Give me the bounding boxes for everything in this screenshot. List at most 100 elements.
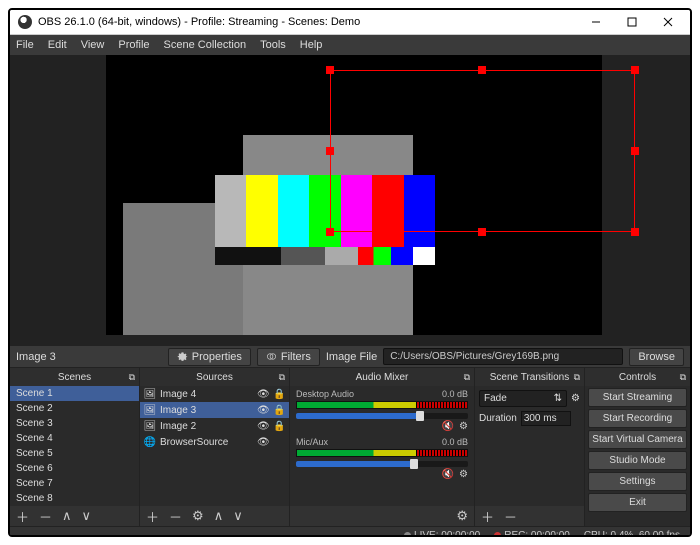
audio-meter — [296, 401, 468, 409]
selection-handle-sw[interactable] — [326, 228, 334, 236]
popout-icon[interactable]: ⧉ — [464, 372, 470, 383]
filters-button[interactable]: Filters — [257, 348, 320, 366]
scene-item[interactable]: Scene 1 — [10, 386, 139, 401]
visibility-toggle[interactable]: 👁 — [257, 389, 269, 400]
menu-tools[interactable]: Tools — [260, 39, 286, 51]
transitions-panel: Scene Transitions ⧉ Fade ⇅ ⚙ Duration — [475, 368, 585, 526]
controls-body: Start Streaming Start Recording Start Vi… — [585, 386, 690, 526]
selection-handle-w[interactable] — [326, 147, 334, 155]
source-item[interactable]: 🖼 Image 2 👁 🔒 — [140, 418, 289, 434]
mute-button[interactable]: 🔇 — [442, 469, 454, 480]
add-scene-button[interactable]: ＋ — [16, 507, 29, 526]
status-bar: LIVE: 00:00:00 REC: 00:00:00 CPU: 0.4%, … — [10, 526, 690, 537]
remove-source-button[interactable]: － — [169, 507, 182, 526]
scenes-panel-header: Scenes ⧉ — [10, 368, 139, 386]
sources-toolbar: ＋ － ⚙ ∧ ∨ — [140, 506, 289, 526]
scene-down-button[interactable]: ∨ — [82, 508, 92, 524]
source-item[interactable]: 🖼 Image 4 👁 🔒 — [140, 386, 289, 402]
settings-button[interactable]: Settings — [588, 472, 687, 491]
start-streaming-button[interactable]: Start Streaming — [588, 388, 687, 407]
audio-meter — [296, 449, 468, 457]
scene-item[interactable]: Scene 7 — [10, 476, 139, 491]
volume-slider[interactable] — [296, 461, 468, 467]
studio-mode-button[interactable]: Studio Mode — [588, 451, 687, 470]
source-down-button[interactable]: ∨ — [233, 508, 243, 524]
transition-select[interactable]: Fade ⇅ — [479, 390, 567, 407]
scene-item[interactable]: Scene 3 — [10, 416, 139, 431]
popout-icon[interactable]: ⧉ — [574, 372, 580, 383]
scene-up-button[interactable]: ∧ — [62, 508, 72, 524]
menu-edit[interactable]: Edit — [48, 39, 67, 51]
lock-toggle[interactable]: 🔒 — [273, 389, 285, 400]
lock-toggle[interactable]: 🔒 — [273, 405, 285, 416]
popout-icon[interactable]: ⧉ — [680, 372, 686, 383]
duration-label: Duration — [479, 413, 517, 424]
visibility-toggle[interactable]: 👁 — [257, 421, 269, 432]
menu-help[interactable]: Help — [300, 39, 323, 51]
channel-settings-button[interactable]: ⚙ — [459, 421, 468, 432]
remove-transition-button[interactable]: － — [504, 507, 517, 526]
transition-settings-button[interactable]: ⚙ — [571, 393, 580, 404]
menu-scene-collection[interactable]: Scene Collection — [164, 39, 247, 51]
mixer-toolbar: ⚙ — [290, 506, 474, 526]
menu-view[interactable]: View — [81, 39, 105, 51]
browse-button[interactable]: Browse — [629, 348, 684, 366]
properties-button[interactable]: Properties — [168, 348, 251, 366]
popout-icon[interactable]: ⧉ — [279, 372, 285, 383]
source-up-button[interactable]: ∧ — [214, 508, 224, 524]
cpu-status: CPU: 0.4%, 60.00 fps — [584, 530, 680, 537]
audio-mixer-panel: Audio Mixer ⧉ Desktop Audio0.0 dB 🔇⚙ Mic… — [290, 368, 475, 526]
volume-slider[interactable] — [296, 413, 468, 419]
selection-handle-se[interactable] — [631, 228, 639, 236]
menu-profile[interactable]: Profile — [118, 39, 149, 51]
gear-icon — [177, 351, 188, 362]
lock-toggle[interactable]: 🔒 — [273, 421, 285, 432]
remove-scene-button[interactable]: － — [39, 507, 52, 526]
duration-input[interactable] — [521, 411, 571, 426]
channel-settings-button[interactable]: ⚙ — [459, 469, 468, 480]
scene-item[interactable]: Scene 2 — [10, 401, 139, 416]
start-virtual-camera-button[interactable]: Start Virtual Camera — [588, 430, 687, 449]
source-item[interactable]: 🖼 Image 3 👁 🔒 — [140, 402, 289, 418]
mute-button[interactable]: 🔇 — [442, 421, 454, 432]
scene-item[interactable]: Scene 6 — [10, 461, 139, 476]
exit-button[interactable]: Exit — [588, 493, 687, 512]
sources-list: 🖼 Image 4 👁 🔒 🖼 Image 3 👁 🔒 🖼 Image 2 — [140, 386, 289, 506]
menubar: File Edit View Profile Scene Collection … — [10, 35, 690, 55]
sources-panel-header: Sources ⧉ — [140, 368, 289, 386]
selection-handle-e[interactable] — [631, 147, 639, 155]
preview-area[interactable] — [10, 55, 690, 345]
image-icon: 🖼 — [144, 404, 156, 416]
image-file-path-field[interactable]: C:/Users/OBS/Pictures/Grey169B.png — [383, 348, 623, 365]
selection-handle-s[interactable] — [478, 228, 486, 236]
selection-handle-n[interactable] — [478, 66, 486, 74]
mixer-panel-header: Audio Mixer ⧉ — [290, 368, 474, 386]
start-recording-button[interactable]: Start Recording — [588, 409, 687, 428]
add-source-button[interactable]: ＋ — [146, 507, 159, 526]
source-properties-button[interactable]: ⚙ — [192, 508, 204, 524]
filters-icon — [266, 351, 277, 362]
globe-icon: 🌐 — [144, 436, 156, 448]
visibility-toggle[interactable]: 👁 — [257, 405, 269, 416]
scene-item[interactable]: Scene 4 — [10, 431, 139, 446]
scene-item[interactable]: Scene 8 — [10, 491, 139, 506]
scene-item[interactable]: Scene 5 — [10, 446, 139, 461]
visibility-toggle[interactable]: 👁 — [257, 437, 269, 448]
dock-panels: Scenes ⧉ Scene 1 Scene 2 Scene 3 Scene 4… — [10, 367, 690, 526]
add-transition-button[interactable]: ＋ — [481, 507, 494, 526]
popout-icon[interactable]: ⧉ — [129, 372, 135, 383]
minimize-button[interactable] — [578, 10, 614, 34]
selected-source-label: Image 3 — [16, 351, 56, 363]
source-item[interactable]: 🌐 BrowserSource 👁 — [140, 434, 289, 450]
maximize-button[interactable] — [614, 10, 650, 34]
selection-outline[interactable] — [330, 70, 635, 232]
menu-file[interactable]: File — [16, 39, 34, 51]
selection-handle-nw[interactable] — [326, 66, 334, 74]
transitions-toolbar: ＋ － — [475, 506, 584, 526]
selection-handle-ne[interactable] — [631, 66, 639, 74]
close-button[interactable] — [650, 10, 686, 34]
image-icon: 🖼 — [144, 420, 156, 432]
mixer-settings-button[interactable]: ⚙ — [456, 508, 468, 524]
transitions-body: Fade ⇅ ⚙ Duration — [475, 386, 584, 506]
image-file-label: Image File — [326, 351, 377, 363]
